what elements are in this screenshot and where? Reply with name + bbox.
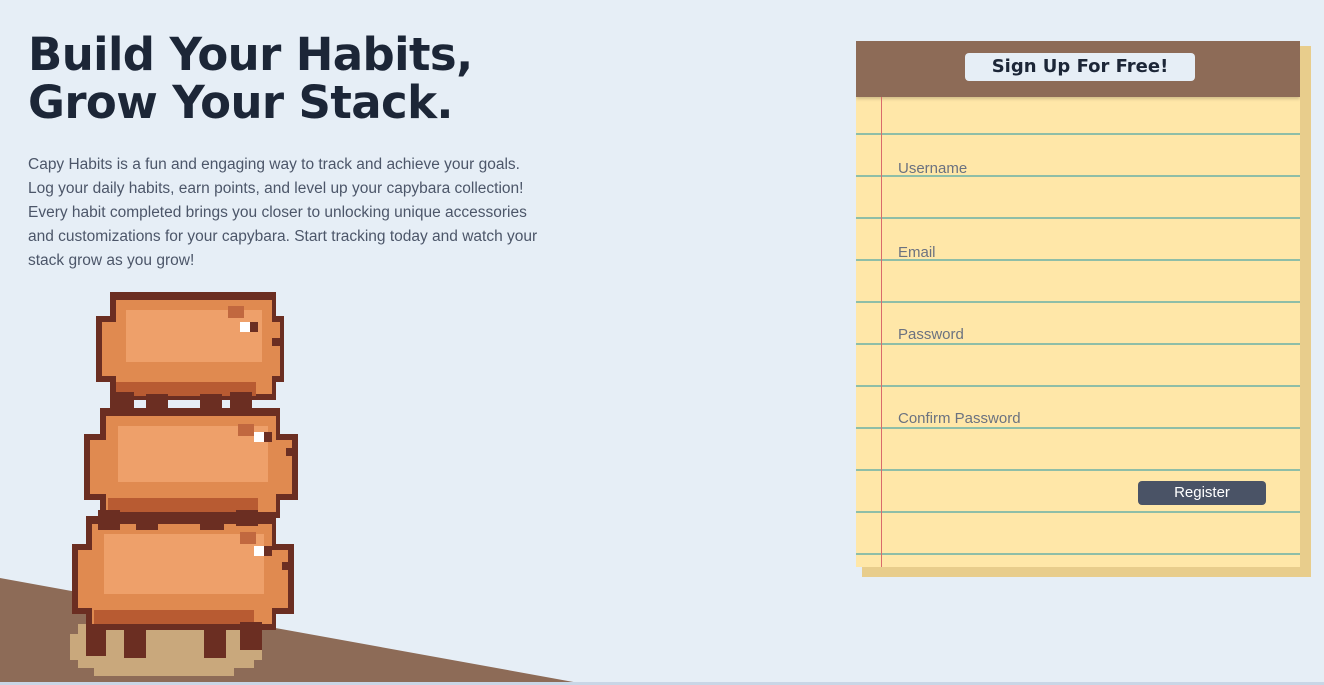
notepad-header: Sign Up For Free! — [856, 41, 1300, 97]
notepad-margin-line — [881, 97, 882, 567]
confirm-password-input[interactable] — [898, 403, 1278, 433]
hero-title: Build Your Habits, Grow Your Stack. — [28, 31, 473, 127]
username-input[interactable] — [898, 153, 1278, 183]
capybara-top — [96, 292, 284, 414]
capybara-middle — [84, 408, 298, 530]
hero-title-line-2: Grow Your Stack. — [28, 76, 454, 129]
signup-notepad: Sign Up For Free! Register — [856, 41, 1300, 567]
password-input[interactable] — [898, 319, 1278, 349]
hero-title-line-1: Build Your Habits, — [28, 28, 473, 81]
register-button[interactable]: Register — [1138, 481, 1266, 505]
capybara-stack-illustration — [70, 292, 298, 676]
hero-description: Capy Habits is a fun and engaging way to… — [28, 156, 538, 269]
signup-title: Sign Up For Free! — [965, 53, 1195, 81]
email-input[interactable] — [898, 237, 1278, 267]
